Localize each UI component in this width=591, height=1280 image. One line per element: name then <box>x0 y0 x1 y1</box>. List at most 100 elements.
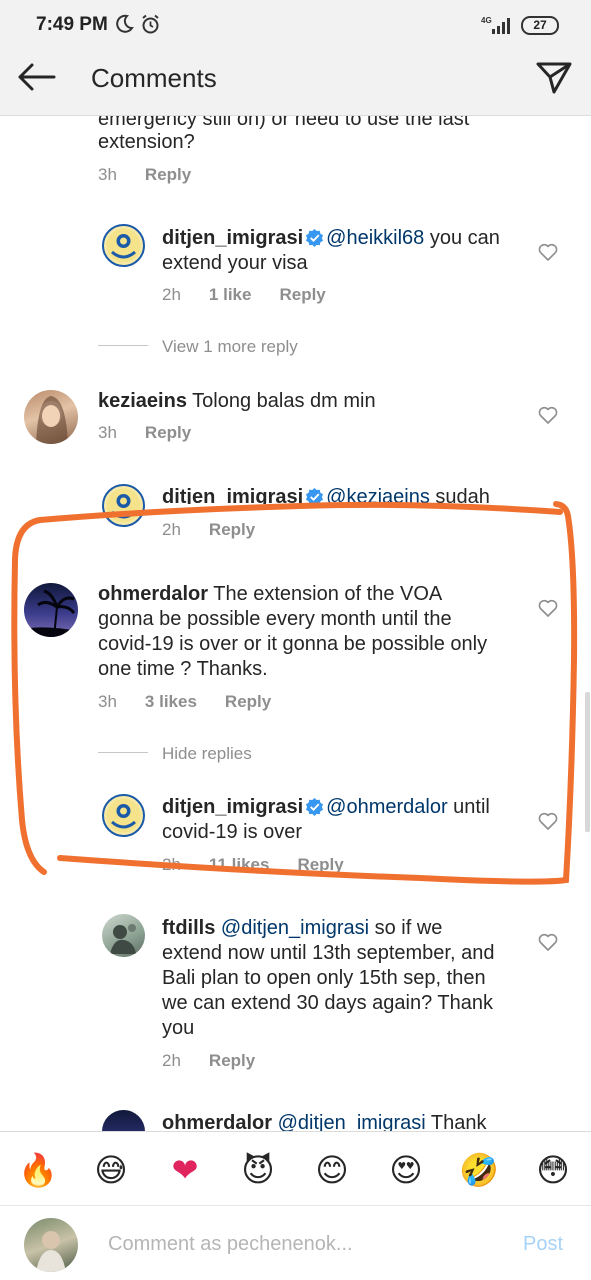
scrollbar[interactable] <box>585 692 590 832</box>
comment-meta: 2h 1 like Reply <box>162 285 326 305</box>
comment-time: 2h <box>162 1051 181 1070</box>
heart-emoji-icon[interactable]: ❤ <box>165 1150 205 1190</box>
likes-count[interactable]: 1 like <box>209 285 252 304</box>
reply-button[interactable]: Reply <box>279 285 325 304</box>
emoji-reaction-bar: 🔥 😅 ❤ 😈 😊 😍 🤣 😳 <box>0 1131 591 1205</box>
comment-time: 3h <box>98 692 117 711</box>
comment-username[interactable]: keziaeins <box>98 390 187 412</box>
avatar-photo <box>36 396 68 444</box>
svg-text:4G: 4G <box>481 16 492 25</box>
comment-meta: 2h Reply <box>162 1051 255 1071</box>
reply-button[interactable]: Reply <box>225 692 271 711</box>
verified-badge-icon <box>306 228 324 247</box>
comment-text: covid-19 is over or it gonna be possible… <box>98 633 488 655</box>
like-heart-icon[interactable] <box>538 406 558 424</box>
comment-username[interactable]: ftdills <box>162 917 215 939</box>
do-not-disturb-icon <box>116 14 134 33</box>
like-heart-icon[interactable] <box>538 599 558 617</box>
comment-username[interactable]: ohmerdalor <box>98 583 208 605</box>
avatar-photo <box>24 589 78 637</box>
comment-composer: Comment as pechenenok... Post <box>0 1205 591 1280</box>
comment-time: 2h <box>162 285 181 304</box>
comment-text: extend now until 13th september, and <box>162 942 495 964</box>
heart-eyes-emoji-icon[interactable]: 😍 <box>386 1150 426 1190</box>
comment-meta: 2h 11 likes Reply <box>162 855 344 875</box>
divider-line <box>98 345 148 346</box>
verified-badge-icon <box>306 797 324 816</box>
comment-text: ditjen_imigrasi @heikkil68 you can <box>162 227 500 249</box>
reply-button[interactable]: Reply <box>297 855 343 874</box>
comment-text: ftdills @ditjen_imigrasi so if we <box>162 917 443 939</box>
comment-text: Bali plan to open only 15th sep, then <box>162 967 486 989</box>
immigration-logo-icon <box>106 488 141 523</box>
alarm-icon <box>142 14 159 34</box>
comment-time: 3h <box>98 165 117 184</box>
avatar[interactable] <box>24 583 78 637</box>
sweat-smile-emoji-icon[interactable]: 😅 <box>91 1150 131 1190</box>
view-more-replies[interactable]: View 1 more reply <box>162 337 298 357</box>
comment-time: 2h <box>162 855 181 874</box>
comment-text: ditjen_imigrasi @ohmerdalor until <box>162 796 490 818</box>
flushed-emoji-icon[interactable]: 😳 <box>533 1150 573 1190</box>
reply-button[interactable]: Reply <box>209 1051 255 1070</box>
blush-emoji-icon[interactable]: 😊 <box>312 1150 352 1190</box>
reply-button[interactable]: Reply <box>145 423 191 442</box>
comment-input[interactable]: Comment as pechenenok... <box>108 1233 353 1256</box>
mention-link[interactable]: @ditjen_imigrasi <box>221 917 369 939</box>
comment-meta: 3h 3 likes Reply <box>98 692 271 712</box>
comment-text: ditjen_imigrasi @keziaeins sudah <box>162 485 490 504</box>
comment-meta: 3h Reply <box>98 423 191 443</box>
likes-count[interactable]: 3 likes <box>145 692 197 711</box>
comment-text: extend your visa <box>162 252 308 274</box>
comment-text: one time ? Thanks. <box>98 658 268 680</box>
send-icon[interactable] <box>535 59 573 95</box>
status-time: 7:49 PM <box>36 14 108 35</box>
avatar[interactable] <box>102 484 145 527</box>
comment-text: extension? <box>98 131 195 153</box>
rofl-emoji-icon[interactable]: 🤣 <box>459 1150 499 1190</box>
back-arrow-icon[interactable] <box>16 62 56 92</box>
immigration-logo-icon <box>106 228 141 263</box>
avatar-photo <box>110 924 136 954</box>
comment-meta: 2h Reply <box>162 520 255 540</box>
like-heart-icon[interactable] <box>538 812 558 830</box>
comment-text: ohmerdalor The extension of the VOA <box>98 583 443 605</box>
reply-button[interactable]: Reply <box>145 165 191 184</box>
like-heart-icon[interactable] <box>538 243 558 261</box>
mention-link[interactable]: @ohmerdalor <box>326 796 447 818</box>
post-button[interactable]: Post <box>523 1233 563 1256</box>
comment-text: keziaeins Tolong balas dm min <box>98 390 376 412</box>
avatar[interactable] <box>102 794 145 837</box>
likes-count[interactable]: 11 likes <box>209 855 270 874</box>
comment-username[interactable]: ditjen_imigrasi <box>162 486 303 504</box>
comment-time: 2h <box>162 520 181 539</box>
like-heart-icon[interactable] <box>538 933 558 951</box>
mention-link[interactable]: @heikkil68 <box>326 227 424 249</box>
verified-badge-icon <box>306 487 324 504</box>
comment-text: you <box>162 1017 195 1039</box>
mention-link[interactable]: @keziaeins <box>326 486 430 504</box>
immigration-logo-icon <box>106 798 141 833</box>
avatar-photo <box>36 1231 66 1272</box>
comment-text: gonna be possible every month until the <box>98 608 452 630</box>
comment-username[interactable]: ditjen_imigrasi <box>162 796 303 818</box>
avatar <box>24 1218 78 1272</box>
status-bar: 7:49 PM 4G 27 <box>0 0 591 50</box>
reply-button[interactable]: Reply <box>209 520 255 539</box>
battery-icon: 27 <box>521 16 559 35</box>
signal-icon: 4G <box>481 16 510 34</box>
comment-text: we can extend 30 days again? Thank <box>162 992 493 1014</box>
avatar[interactable] <box>24 390 78 444</box>
fire-emoji-icon[interactable]: 🔥 <box>18 1150 58 1190</box>
smiling-devil-emoji-icon[interactable]: 😈 <box>238 1150 278 1190</box>
comment-username[interactable]: ditjen_imigrasi <box>162 227 303 249</box>
avatar[interactable] <box>102 914 145 957</box>
page-title: Comments <box>91 63 217 93</box>
comment-time: 3h <box>98 423 117 442</box>
hide-replies[interactable]: Hide replies <box>162 744 252 764</box>
comment-text: covid-19 is over <box>162 821 303 843</box>
comment-meta: 3h Reply <box>98 165 191 185</box>
divider-line <box>98 752 148 753</box>
avatar[interactable] <box>102 224 145 267</box>
header-bg: Comments <box>0 50 591 116</box>
